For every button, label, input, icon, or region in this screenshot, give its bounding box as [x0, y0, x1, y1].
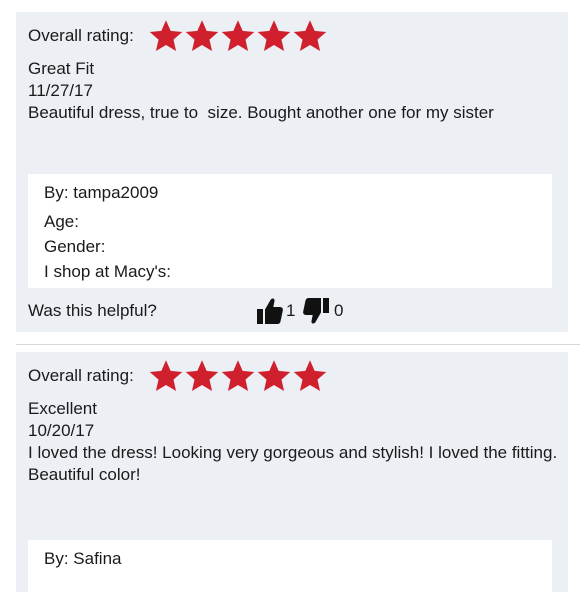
- review-content: Excellent 10/20/17 I loved the dress! Lo…: [28, 398, 558, 486]
- reviewer-shop-location: I shop at Macy's:: [44, 262, 172, 281]
- star-icon: [292, 18, 328, 54]
- reviewer-name: By: Safina: [44, 549, 122, 568]
- star-icon: [148, 18, 184, 54]
- review-card: Overall rating: Great Fit 11/27/17 Beaut…: [16, 12, 568, 332]
- helpful-down-count: 0: [334, 301, 344, 320]
- helpful-row: Was this helpful? 1 0: [28, 296, 558, 328]
- reviewer-gender: Gender:: [44, 237, 106, 256]
- star-icon: [184, 358, 220, 394]
- review-date: 11/27/17: [28, 81, 93, 100]
- review-card: Overall rating: Excellent 10/20/17 I lov…: [16, 352, 568, 600]
- star-icon: [148, 358, 184, 394]
- star-icon: [256, 358, 292, 394]
- reviewer-info: By: tampa2009 Age: Gender: I shop at Mac…: [28, 174, 552, 288]
- review-date: 10/20/17: [28, 421, 95, 440]
- star-rating: [148, 18, 328, 54]
- star-rating: [148, 358, 328, 394]
- rating-label: Overall rating:: [28, 26, 134, 45]
- star-icon: [220, 18, 256, 54]
- reviewer-name: By: tampa2009: [44, 183, 159, 202]
- review-divider: [16, 344, 580, 345]
- thumbs-down-icon[interactable]: [302, 296, 330, 326]
- review-body: Beautiful dress, true to size. Bought an…: [28, 103, 494, 122]
- review-content: Great Fit 11/27/17 Beautiful dress, true…: [28, 58, 558, 124]
- review-title: Great Fit: [28, 59, 95, 78]
- star-icon: [184, 18, 220, 54]
- star-icon: [256, 18, 292, 54]
- reviewer-age: Age:: [44, 212, 79, 231]
- thumbs-up-icon[interactable]: [256, 296, 284, 326]
- star-icon: [220, 358, 256, 394]
- helpful-label: Was this helpful?: [28, 301, 157, 320]
- review-body: I loved the dress! Looking very gorgeous…: [28, 443, 562, 484]
- overall-rating: Overall rating:: [28, 356, 328, 396]
- reviewer-info: By: Safina: [28, 540, 552, 600]
- helpful-up-count: 1: [286, 301, 296, 320]
- review-title: Excellent: [28, 399, 97, 418]
- rating-label: Overall rating:: [28, 366, 134, 385]
- star-icon: [292, 358, 328, 394]
- overall-rating: Overall rating:: [28, 16, 328, 56]
